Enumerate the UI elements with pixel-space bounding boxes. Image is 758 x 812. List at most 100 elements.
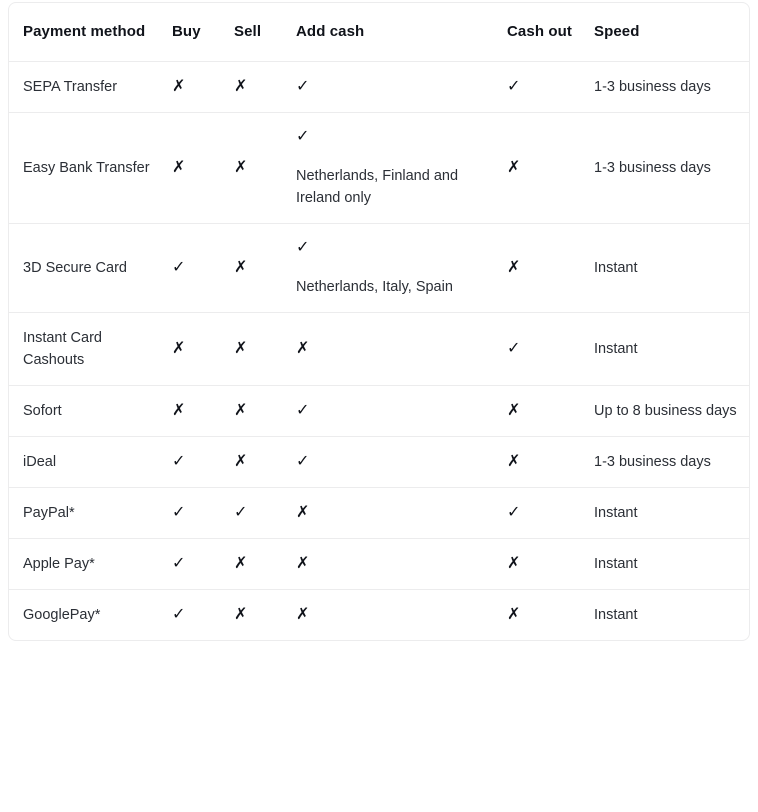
- cross-icon: ✗: [507, 606, 521, 623]
- cell-add-cash: ✓ Netherlands, Italy, Spain: [296, 223, 507, 313]
- cell-cash-out: ✓: [507, 312, 594, 386]
- cell-payment-method: Apple Pay*: [9, 538, 172, 590]
- cell-payment-method: Instant Card Cashouts: [9, 312, 172, 386]
- cell-cash-out: ✗: [507, 112, 594, 224]
- column-header-sell: Sell: [234, 3, 296, 62]
- speed-value: Instant: [594, 341, 638, 357]
- cross-icon: ✗: [172, 402, 186, 419]
- column-header-payment-method: Payment method: [9, 3, 172, 62]
- cross-icon: ✗: [172, 78, 186, 95]
- cross-icon: ✗: [507, 555, 521, 572]
- table-header: Payment method Buy Sell Add cash Cash ou…: [9, 3, 749, 62]
- cell-sell: ✗: [234, 590, 296, 641]
- cell-speed: 1-3 business days: [594, 112, 749, 224]
- cell-buy: ✓: [172, 538, 234, 590]
- speed-value: Instant: [594, 556, 638, 572]
- cell-payment-method: GooglePay*: [23, 607, 101, 623]
- cross-icon: ✗: [296, 504, 310, 521]
- cell-buy: ✗: [172, 61, 234, 113]
- cross-icon: ✗: [234, 78, 248, 95]
- cell-add-cash: ✓: [296, 61, 507, 113]
- check-icon: ✓: [172, 504, 186, 521]
- table-row: Sofort ✗ ✗ ✓ ✗ Up to 8 business days: [9, 385, 749, 437]
- check-icon: ✓: [296, 453, 310, 470]
- cross-icon: ✗: [507, 259, 521, 276]
- cell-speed: Instant: [594, 590, 749, 641]
- cell-add-cash: ✓: [296, 385, 507, 437]
- cross-icon: ✗: [234, 555, 248, 572]
- speed-value: 1-3 business days: [594, 79, 711, 95]
- cell-speed: Instant: [594, 312, 749, 386]
- cross-icon: ✗: [172, 340, 186, 357]
- check-icon: ✓: [172, 259, 186, 276]
- cell-sell: ✗: [234, 312, 296, 386]
- cell-sell: ✗: [234, 385, 296, 437]
- cell-cash-out: ✗: [507, 436, 594, 488]
- cross-icon: ✗: [507, 453, 521, 470]
- table-row: iDeal ✓ ✗ ✓ ✗ 1-3 business days: [9, 436, 749, 488]
- cell-add-cash: ✗: [296, 487, 507, 539]
- cell-speed: Instant: [594, 538, 749, 590]
- cell-buy: ✓: [172, 223, 234, 313]
- cell-buy: ✗: [172, 312, 234, 386]
- cross-icon: ✗: [234, 259, 248, 276]
- speed-value: Instant: [594, 607, 638, 623]
- cell-speed: 1-3 business days: [594, 61, 749, 113]
- cell-add-cash: ✗: [296, 312, 507, 386]
- check-icon: ✓: [507, 504, 521, 521]
- table-row: 3D Secure Card ✓ ✗ ✓ Netherlands, Italy, Spa…: [9, 223, 749, 313]
- add-cash-availability-note: Netherlands, Finland and Ireland only: [296, 168, 459, 206]
- cell-add-cash: ✓ Netherlands, Finland and Ireland only: [296, 112, 507, 224]
- check-icon: ✓: [172, 453, 186, 470]
- speed-value: Up to 8 business days: [594, 403, 737, 419]
- column-header-speed: Speed: [594, 3, 749, 62]
- cell-sell: ✗: [234, 538, 296, 590]
- cell-buy: ✗: [172, 385, 234, 437]
- cell-cash-out: ✗: [507, 385, 594, 437]
- cell-payment-method: 3D Secure Card: [9, 223, 172, 313]
- column-header-cash-out: Cash out: [507, 3, 594, 62]
- cell-speed: 1-3 business days: [594, 436, 749, 488]
- add-cash-availability-note: Netherlands, Italy, Spain: [296, 279, 453, 295]
- cross-icon: ✗: [507, 402, 521, 419]
- cell-buy: ✓: [172, 487, 234, 539]
- cross-icon: ✗: [234, 159, 248, 176]
- cell-sell: ✗: [234, 436, 296, 488]
- cross-icon: ✗: [234, 402, 248, 419]
- cell-cash-out: ✗: [507, 590, 594, 641]
- cell-sell: ✗: [234, 61, 296, 113]
- table-row: GooglePay* ✓ ✗ ✗ ✗ Instant: [9, 590, 749, 641]
- cell-payment-method: iDeal: [9, 436, 172, 488]
- cell-sell: ✗: [234, 223, 296, 313]
- cell-add-cash: ✗: [296, 538, 507, 590]
- cross-icon: ✗: [234, 453, 248, 470]
- table-row: SEPA Transfer ✗ ✗ ✓ ✓ 1-3 business days: [9, 61, 749, 113]
- payment-method-table: Payment method Buy Sell Add cash Cash ou…: [9, 3, 749, 640]
- check-icon: ✓: [507, 78, 521, 95]
- table-row: Instant Card Cashouts ✗ ✗ ✗ ✓ Instant: [9, 312, 749, 386]
- cell-add-cash: ✗: [296, 590, 507, 641]
- cell-sell: ✓: [234, 487, 296, 539]
- cross-icon: ✗: [296, 555, 310, 572]
- cell-payment-method: Sofort: [9, 385, 172, 437]
- cell-speed: Instant: [594, 223, 749, 313]
- speed-value: 1-3 business days: [594, 454, 711, 470]
- speed-value: Instant: [594, 505, 638, 521]
- cell-buy: ✓: [172, 436, 234, 488]
- cell-cash-out: ✗: [507, 223, 594, 313]
- column-header-add-cash: Add cash: [296, 3, 507, 62]
- cross-icon: ✗: [172, 159, 186, 176]
- table-row: Apple Pay* ✓ ✗ ✗ ✗ Instant: [9, 538, 749, 590]
- cell-cash-out: ✗: [507, 538, 594, 590]
- cell-speed: Instant: [594, 487, 749, 539]
- payment-method-comparison-card: Payment method Buy Sell Add cash Cash ou…: [8, 2, 750, 641]
- cross-icon: ✗: [234, 340, 248, 357]
- cell-speed: Up to 8 business days: [594, 385, 749, 437]
- cell-payment-method: SEPA Transfer: [9, 61, 172, 113]
- check-icon: ✓: [172, 555, 186, 572]
- cell-buy: ✓: [172, 590, 234, 641]
- check-icon: ✓: [296, 402, 310, 419]
- column-header-buy: Buy: [172, 3, 234, 62]
- cell-buy: ✗: [172, 112, 234, 224]
- check-icon: ✓: [296, 128, 310, 145]
